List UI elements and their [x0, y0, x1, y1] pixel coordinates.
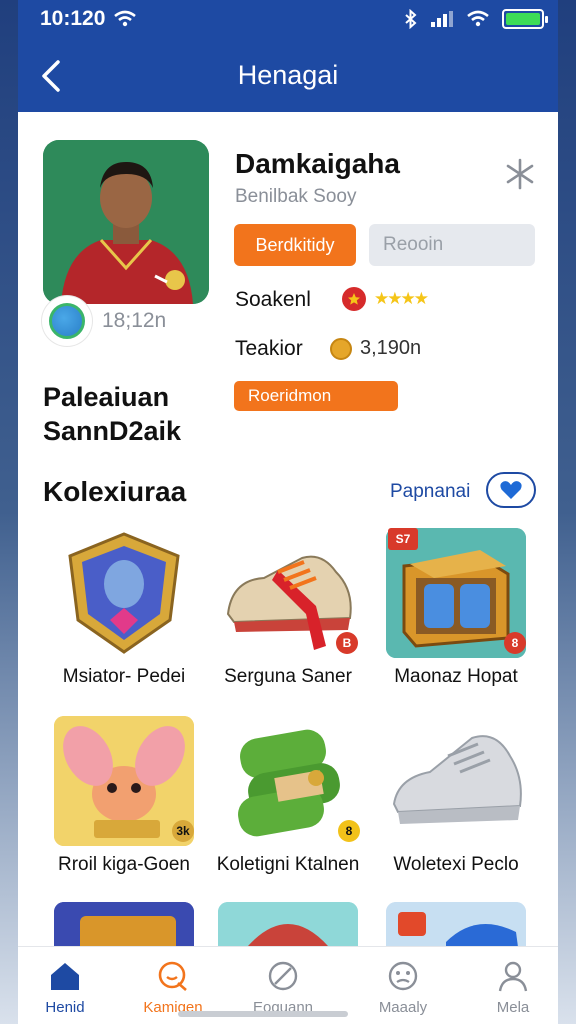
collection-item[interactable] [208, 902, 368, 946]
stat1-label: Soakenl [235, 288, 311, 311]
item-tag: S7 [388, 528, 418, 550]
close-icon[interactable] [502, 156, 538, 192]
profile-photo [43, 140, 209, 304]
wifi-icon-right [467, 10, 489, 27]
last-seen-time: 18;12n [102, 309, 167, 332]
chest-icon [54, 902, 194, 946]
face-icon [388, 961, 418, 991]
item-badge: B [336, 632, 358, 654]
battery-icon [502, 9, 548, 29]
secondary-action-button[interactable]: Reooin [369, 224, 535, 266]
profile-name: Damkaigaha [235, 148, 400, 179]
home-indicator[interactable] [178, 1011, 348, 1017]
background-right [558, 0, 576, 1024]
player-name-line1: Paleaiuan [43, 382, 170, 412]
collection-item[interactable] [44, 902, 204, 946]
emblem-icon [218, 902, 358, 946]
page-title: Henagai [237, 60, 339, 90]
collection-item[interactable]: 8 Koletigni Ktalnen [208, 716, 368, 875]
collection-title: Kolexiuraa [43, 476, 187, 507]
online-status: 18;12n [42, 296, 166, 346]
tab-label: Maaaly [378, 999, 428, 1016]
stat2-value: 3,190n [360, 337, 422, 359]
stat2-label: Teakior [235, 337, 303, 360]
see-all-link[interactable]: Papnanai [390, 481, 470, 503]
avatar-badge [42, 296, 92, 346]
item-label: Koletigni Ktalnen [216, 854, 360, 875]
player-name-line2: SannD2aik [43, 416, 182, 446]
item-label: Woletexi Peclo [393, 854, 519, 875]
chat-icon [158, 961, 187, 991]
collection-item[interactable] [376, 902, 536, 946]
profile-icon [498, 961, 528, 992]
white-sneaker-icon [386, 716, 526, 846]
compass-icon [268, 961, 298, 991]
coin-icon [330, 337, 352, 360]
collection-item[interactable]: Msiator- Pedei [44, 528, 204, 687]
tab-label: Mela [496, 999, 530, 1016]
rank-button[interactable]: Roeridmon [234, 381, 398, 411]
wifi-icon [114, 10, 137, 27]
tab-profile[interactable]: Mela [468, 955, 558, 1021]
star-rating: ★★★★ [374, 289, 429, 308]
item-label: Msiator- Pedei [62, 666, 186, 687]
stat1-value: ★★★★ [342, 287, 429, 311]
home-icon [51, 963, 79, 990]
item-label: Serguna Saner [224, 666, 352, 687]
favorite-button[interactable] [486, 472, 536, 508]
app-screen: 10:120 Henagai 18;12n Damkaigaha Benilba… [18, 0, 558, 1024]
tab-label: Henid [45, 999, 85, 1016]
collection-item[interactable]: B Serguna Saner [208, 528, 368, 687]
primary-action-button[interactable]: Berdkitidy [234, 224, 356, 266]
bluetooth-icon [405, 9, 417, 29]
player-name: Paleaiuan SannD2aik [43, 380, 181, 448]
item-badge: 3k [172, 820, 194, 842]
heart-icon [500, 481, 522, 499]
profile-subtitle: Benilbak Sooy [235, 186, 357, 207]
item-label: Maonaz Hopat [394, 666, 518, 687]
item-badge: 8 [338, 820, 360, 842]
collection-item[interactable]: 3k Rroil kiga-Goen [44, 716, 204, 875]
nav-bar: Henagai [18, 52, 558, 102]
item-label: Rroil kiga-Goen [58, 854, 190, 875]
tab-mood[interactable]: Maaaly [358, 955, 448, 1021]
signal-icon [431, 11, 453, 27]
shield-icon [54, 528, 194, 658]
blue-shoe-icon [386, 902, 526, 946]
background-left [0, 0, 18, 1024]
stat2-value-row: 3,190n [330, 337, 421, 360]
status-bar: 10:120 [40, 6, 548, 32]
app-header: 10:120 Henagai [18, 0, 558, 112]
item-badge: 8 [504, 632, 526, 654]
status-time: 10:120 [40, 7, 106, 30]
collection-item[interactable]: S7 8 Maonaz Hopat [376, 528, 536, 687]
tab-home[interactable]: Henid [20, 955, 110, 1021]
scroll-bundle-icon [218, 716, 358, 846]
collection-item[interactable]: Woletexi Peclo [376, 716, 536, 875]
rating-badge-icon [342, 287, 366, 311]
